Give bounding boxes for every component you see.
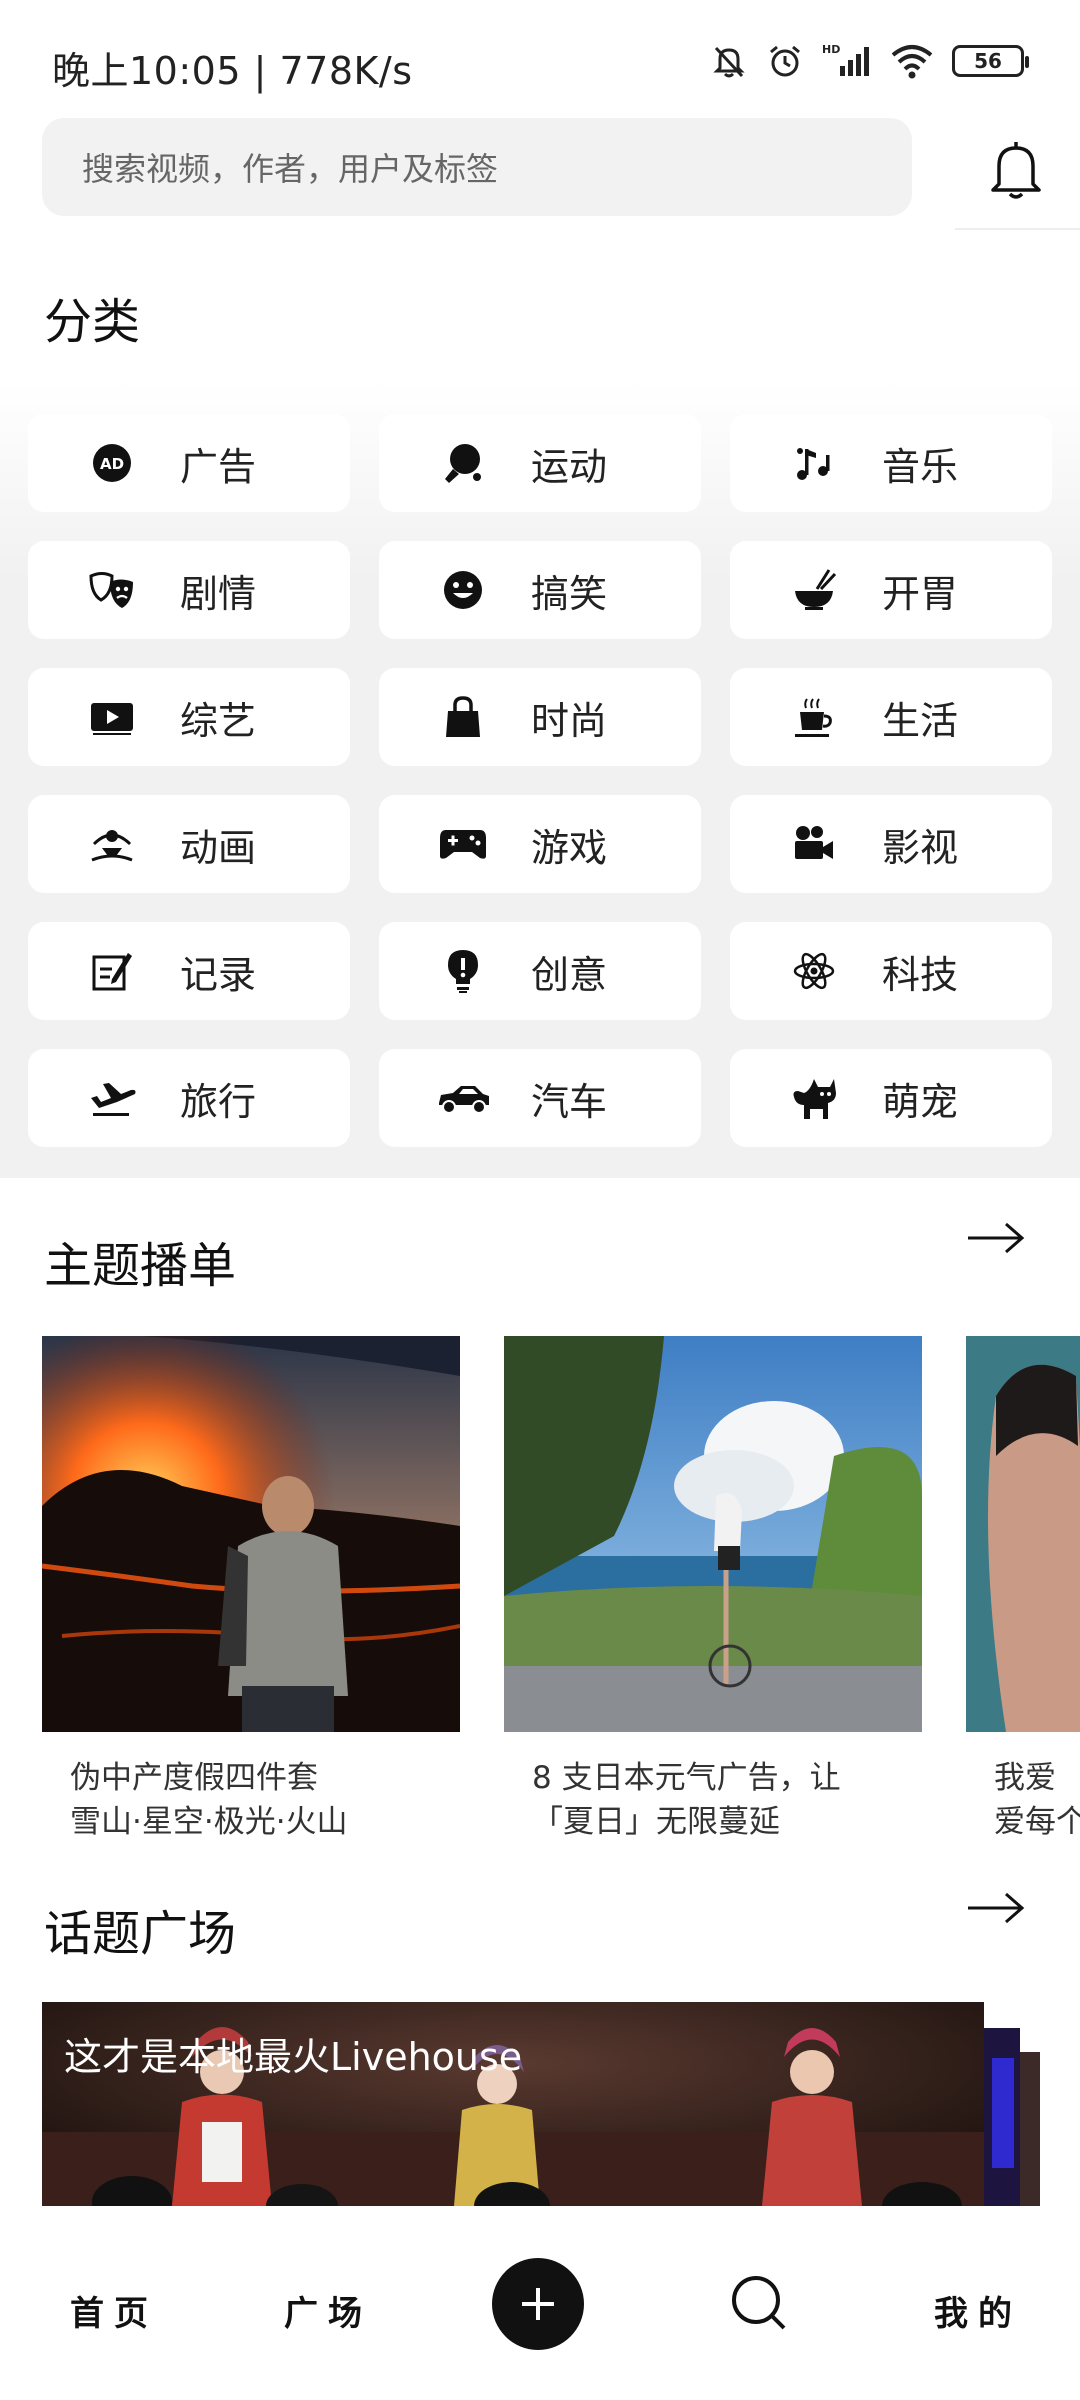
- playlist-caption-line2: 雪山·星空·极光·火山: [70, 1804, 348, 1840]
- bowl-icon: [784, 560, 844, 620]
- smiley-icon: [433, 560, 493, 620]
- category-title: 分类: [44, 294, 141, 350]
- category-item-funny[interactable]: 搞笑: [379, 541, 701, 639]
- category-label: 创意: [531, 952, 608, 997]
- category-item-documentary[interactable]: 记录: [28, 922, 350, 1020]
- nav-mine[interactable]: 我的: [934, 2286, 1022, 2335]
- tv-play-icon: [82, 687, 142, 747]
- category-label: 剧情: [180, 571, 257, 616]
- category-item-auto[interactable]: 汽车: [379, 1049, 701, 1147]
- playlist-card[interactable]: 伪中产度假四件套 雪山·星空·极光·火山: [42, 1336, 460, 1844]
- category-label: 广告: [180, 444, 257, 489]
- playlists-more-arrow-icon[interactable]: [966, 1218, 1026, 1258]
- svg-text:HD: HD: [822, 43, 840, 56]
- category-item-pets[interactable]: 萌宠: [730, 1049, 1052, 1147]
- playlist-caption-line2: 爱每个: [994, 1804, 1080, 1840]
- category-item-creative[interactable]: 创意: [379, 922, 701, 1020]
- category-item-film[interactable]: 影视: [730, 795, 1052, 893]
- wifi-icon: [890, 42, 934, 80]
- playlists-title: 主题播单: [44, 1238, 237, 1294]
- atom-icon: [784, 941, 844, 1001]
- category-label: 时尚: [531, 698, 608, 743]
- category-item-variety[interactable]: 综艺: [28, 668, 350, 766]
- nav-home[interactable]: 首页: [70, 2286, 158, 2335]
- header-divider: [955, 228, 1080, 230]
- category-label: 搞笑: [531, 571, 608, 616]
- create-plus-button[interactable]: [492, 2258, 584, 2350]
- topic-card-back-1: [984, 2028, 1020, 2206]
- plus-icon: [522, 2288, 554, 2320]
- mute-bell-icon: [710, 42, 748, 80]
- category-grid: AD 广告 运动 音乐 剧情 搞笑 开胃 综艺 时尚 生活 动画 游戏 影视 记…: [28, 414, 1052, 1147]
- category-label: 音乐: [882, 444, 959, 489]
- playlist-caption-line1: 我爱: [994, 1760, 1056, 1796]
- category-label: 记录: [180, 952, 257, 997]
- lightbulb-icon: [433, 941, 493, 1001]
- topic-card-stack[interactable]: 这才是本地最火Livehouse: [42, 2002, 1042, 2206]
- topic-card[interactable]: 这才是本地最火Livehouse: [42, 2002, 984, 2206]
- movie-camera-icon: [784, 814, 844, 874]
- playlist-carousel[interactable]: 伪中产度假四件套 雪山·星空·极光·火山 8 支日本元气广告，让 「夏日」无限蔓…: [42, 1336, 1080, 1846]
- playlist-caption-line1: 伪中产度假四件套: [70, 1760, 318, 1796]
- category-label: 综艺: [180, 698, 257, 743]
- music-note-icon: [784, 433, 844, 493]
- playlist-cover-volcano: [42, 1336, 460, 1732]
- category-item-food[interactable]: 开胃: [730, 541, 1052, 639]
- playlist-cover-summer-cyclist: [504, 1336, 922, 1732]
- category-label: 汽车: [531, 1079, 608, 1124]
- airplane-icon: [82, 1068, 142, 1128]
- coffee-cup-icon: [784, 687, 844, 747]
- category-item-life[interactable]: 生活: [730, 668, 1052, 766]
- topic-card-title: 这才是本地最火Livehouse: [64, 2035, 523, 2079]
- category-label: 科技: [882, 952, 959, 997]
- shopping-bag-icon: [433, 687, 493, 747]
- category-label: 旅行: [180, 1079, 257, 1124]
- category-label: 萌宠: [882, 1079, 959, 1124]
- gamepad-icon: [433, 814, 493, 874]
- category-item-animation[interactable]: 动画: [28, 795, 350, 893]
- notebook-pen-icon: [82, 941, 142, 1001]
- category-item-ad[interactable]: AD 广告: [28, 414, 350, 512]
- cat-icon: [784, 1068, 844, 1128]
- status-time-speed: 晚上10:05 | 778K/s: [52, 49, 413, 93]
- category-label: 运动: [531, 444, 608, 489]
- topics-more-arrow-icon[interactable]: [966, 1888, 1026, 1928]
- playlist-caption-line1: 8 支日本元气广告，让: [532, 1760, 841, 1796]
- playlist-cover-portrait: [966, 1336, 1080, 1732]
- category-label: 游戏: [531, 825, 608, 870]
- category-item-music[interactable]: 音乐: [730, 414, 1052, 512]
- battery-icon: 56: [952, 45, 1029, 77]
- nav-square[interactable]: 广场: [284, 2286, 372, 2335]
- category-item-fashion[interactable]: 时尚: [379, 668, 701, 766]
- bottom-nav: 首页 广场 我的: [0, 2206, 1080, 2400]
- nav-search-icon[interactable]: [730, 2274, 788, 2332]
- topics-title: 话题广场: [44, 1906, 237, 1962]
- ping-pong-icon: [433, 433, 493, 493]
- playlist-caption-line2: 「夏日」无限蔓延: [532, 1804, 780, 1840]
- alarm-icon: [766, 42, 804, 80]
- status-bar: 晚上10:05 | 778K/s HD 56: [0, 0, 1080, 118]
- category-label: 生活: [882, 698, 959, 743]
- search-input[interactable]: 搜索视频，作者，用户及标签: [42, 118, 912, 216]
- category-item-games[interactable]: 游戏: [379, 795, 701, 893]
- playlist-card[interactable]: 8 支日本元气广告，让 「夏日」无限蔓延: [504, 1336, 922, 1844]
- hd-signal-icon: HD: [822, 42, 872, 80]
- ad-icon: AD: [82, 433, 142, 493]
- category-item-tech[interactable]: 科技: [730, 922, 1052, 1020]
- car-icon: [433, 1068, 493, 1128]
- playlist-card[interactable]: 我爱 爱每个: [966, 1336, 1080, 1844]
- svg-text:AD: AD: [100, 455, 124, 473]
- notification-bell-icon[interactable]: [985, 136, 1047, 202]
- theater-masks-icon: [82, 560, 142, 620]
- animation-icon: [82, 814, 142, 874]
- status-icons: HD 56: [710, 42, 1029, 80]
- category-label: 动画: [180, 825, 257, 870]
- category-item-drama[interactable]: 剧情: [28, 541, 350, 639]
- category-item-sports[interactable]: 运动: [379, 414, 701, 512]
- category-item-travel[interactable]: 旅行: [28, 1049, 350, 1147]
- category-label: 影视: [882, 825, 959, 870]
- category-label: 开胃: [882, 571, 959, 616]
